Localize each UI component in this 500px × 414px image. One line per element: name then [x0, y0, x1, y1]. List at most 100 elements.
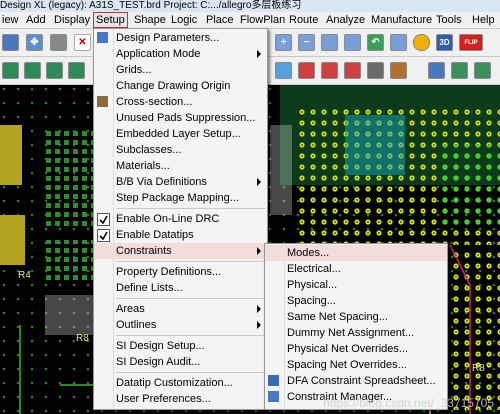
menu-item-embedded-layer-setup[interactable]: Embedded Layer Setup...	[94, 126, 267, 142]
cut-icon[interactable]	[298, 62, 315, 79]
menu-item-property-definitions[interactable]: Property Definitions...	[94, 264, 267, 280]
layer-icon[interactable]	[24, 62, 41, 79]
menu-item-label: Datatip Customization...	[116, 377, 233, 389]
menu-manufacture[interactable]: Manufacture	[369, 13, 434, 27]
zoom-prev-icon[interactable]: ↶	[367, 34, 384, 51]
menu-route[interactable]: Route	[287, 13, 320, 27]
menu-item-physical[interactable]: Physical...	[265, 277, 447, 293]
menu-view[interactable]: iew	[0, 13, 21, 27]
route-icon[interactable]	[275, 62, 292, 79]
menu-item-physical-net-overrides[interactable]: Physical Net Overrides...	[265, 341, 447, 357]
menu-bar: iew Add Display Setup Shape Logic Place …	[0, 12, 500, 29]
checkbox-checked-icon	[97, 229, 110, 242]
submenu-arrow-icon	[257, 247, 261, 255]
menu-item-datatip-customization[interactable]: Datatip Customization...	[94, 375, 267, 391]
measure-icon[interactable]	[367, 62, 384, 79]
design-parameters-icon	[97, 32, 108, 43]
menu-item-modes[interactable]: Modes...	[265, 245, 447, 261]
menu-place[interactable]: Place	[204, 13, 236, 27]
menu-item-cross-section[interactable]: Cross-section...	[94, 94, 267, 110]
menu-item-enable-online-drc[interactable]: Enable On-Line DRC	[94, 211, 267, 227]
menu-item-areas[interactable]: Areas	[94, 301, 267, 317]
refdes-label: R8	[472, 363, 485, 374]
menu-add[interactable]: Add	[24, 13, 48, 27]
grid-icon[interactable]	[428, 62, 445, 79]
menu-shape[interactable]: Shape	[132, 13, 168, 27]
open-icon[interactable]	[2, 34, 19, 51]
menu-item-label: Areas	[116, 303, 145, 315]
move-icon[interactable]: ✥	[26, 34, 43, 51]
refdes-label: R4	[18, 270, 31, 281]
refresh-icon[interactable]	[413, 34, 430, 51]
layer-icon[interactable]	[68, 62, 85, 79]
menu-item-si-design-audit[interactable]: SI Design Audit...	[94, 354, 267, 370]
constraints-submenu: Modes... Electrical... Physical... Spaci…	[264, 243, 448, 410]
menu-item-label: Change Drawing Origin	[116, 80, 231, 92]
menu-item-define-lists[interactable]: Define Lists...	[94, 280, 267, 296]
menu-item-change-drawing-origin[interactable]: Change Drawing Origin	[94, 78, 267, 94]
menu-item-grids[interactable]: Grids...	[94, 62, 267, 78]
menu-item-same-net-spacing[interactable]: Same Net Spacing...	[265, 309, 447, 325]
menu-item-label: Enable On-Line DRC	[116, 213, 220, 225]
menu-item-label: Subclasses...	[116, 144, 182, 156]
constraint-manager-icon	[268, 391, 279, 402]
setup-menu: Design Parameters... Application Mode Gr…	[93, 28, 268, 410]
menu-item-design-parameters[interactable]: Design Parameters...	[94, 30, 267, 46]
menu-item-label: Enable Datatips	[116, 229, 194, 241]
menu-item-electrical[interactable]: Electrical...	[265, 261, 447, 277]
menu-analyze[interactable]: Analyze	[324, 13, 367, 27]
menu-help[interactable]: Help	[470, 13, 497, 27]
menu-item-label: SI Design Audit...	[116, 356, 201, 368]
submenu-arrow-icon	[257, 305, 261, 313]
menu-item-label: Design Parameters...	[116, 32, 220, 44]
delete-icon[interactable]: ✕	[74, 34, 91, 51]
menu-setup[interactable]: Setup	[93, 12, 128, 28]
chip-icon[interactable]	[474, 62, 491, 79]
view-3d-icon[interactable]: 3D	[436, 34, 453, 51]
menu-item-label: Cross-section...	[116, 96, 193, 108]
menu-item-bb-via-definitions[interactable]: B/B Via Definitions	[94, 174, 267, 190]
menu-item-si-design-setup[interactable]: SI Design Setup...	[94, 338, 267, 354]
menu-item-dfa-constraint-spreadsheet[interactable]: DFA Constraint Spreadsheet...	[265, 373, 447, 389]
menu-separator	[116, 208, 265, 209]
menu-item-materials[interactable]: Materials...	[94, 158, 267, 174]
menu-item-application-mode[interactable]: Application Mode	[94, 46, 267, 62]
dimension-icon[interactable]	[390, 62, 407, 79]
spreadsheet-icon	[268, 375, 279, 386]
menu-item-enable-datatips[interactable]: Enable Datatips	[94, 227, 267, 243]
menu-tools[interactable]: Tools	[434, 13, 464, 27]
menu-item-dummy-net-assignment[interactable]: Dummy Net Assignment...	[265, 325, 447, 341]
submenu-arrow-icon	[257, 178, 261, 186]
menu-item-label: Same Net Spacing...	[287, 311, 388, 323]
menu-logic[interactable]: Logic	[169, 13, 199, 27]
menu-item-label: Physical Net Overrides...	[287, 343, 409, 355]
menu-flowplan[interactable]: FlowPlan	[238, 13, 287, 27]
zoom-fit-icon[interactable]	[321, 34, 338, 51]
slide-icon[interactable]	[321, 62, 338, 79]
menu-item-step-package-mapping[interactable]: Step Package Mapping...	[94, 190, 267, 206]
menu-item-user-preferences[interactable]: User Preferences...	[94, 391, 267, 407]
spread-icon[interactable]	[344, 62, 361, 79]
menu-item-spacing-net-overrides[interactable]: Spacing Net Overrides...	[265, 357, 447, 373]
menu-item-constraints[interactable]: Constraints	[94, 243, 267, 259]
menu-item-spacing[interactable]: Spacing...	[265, 293, 447, 309]
copy-icon[interactable]	[50, 34, 67, 51]
layer-icon[interactable]	[2, 62, 19, 79]
menu-separator	[116, 261, 265, 262]
zoom-window-icon[interactable]	[344, 34, 361, 51]
redraw-icon[interactable]	[390, 34, 407, 51]
watermark: https://blog.csdn.net/_33715705	[323, 396, 494, 410]
menu-item-label: Application Mode	[116, 48, 201, 60]
menu-item-unused-pads-suppression[interactable]: Unused Pads Suppression...	[94, 110, 267, 126]
menu-item-label: User Preferences...	[116, 393, 211, 405]
menu-item-label: Modes...	[287, 247, 330, 259]
zoom-out-icon[interactable]: −	[298, 34, 315, 51]
menu-item-subclasses[interactable]: Subclasses...	[94, 142, 267, 158]
flip-icon[interactable]: FLIP	[459, 34, 483, 51]
chip-icon[interactable]	[451, 62, 468, 79]
layer-icon[interactable]	[46, 62, 63, 79]
menu-display[interactable]: Display	[52, 13, 92, 27]
zoom-in-icon[interactable]: +	[275, 34, 292, 51]
menu-item-outlines[interactable]: Outlines	[94, 317, 267, 333]
menu-item-label: Unused Pads Suppression...	[116, 112, 256, 124]
